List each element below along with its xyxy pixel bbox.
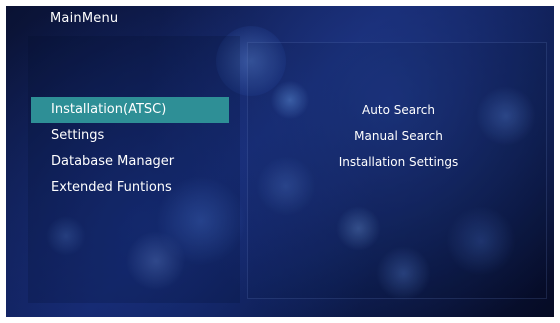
submenu-item-auto-search[interactable]: Auto Search (306, 97, 491, 123)
installation-submenu: Auto Search Manual Search Installation S… (306, 97, 491, 175)
main-menu: Installation(ATSC) Settings Database Man… (31, 97, 229, 201)
menu-item-settings[interactable]: Settings (31, 123, 229, 149)
menu-item-installation[interactable]: Installation(ATSC) (31, 97, 229, 123)
menu-item-database-manager[interactable]: Database Manager (31, 149, 229, 175)
submenu-item-manual-search[interactable]: Manual Search (306, 123, 491, 149)
submenu-item-installation-settings[interactable]: Installation Settings (306, 149, 491, 175)
menu-item-extended-functions[interactable]: Extended Funtions (31, 175, 229, 201)
page-title: MainMenu (50, 11, 119, 26)
